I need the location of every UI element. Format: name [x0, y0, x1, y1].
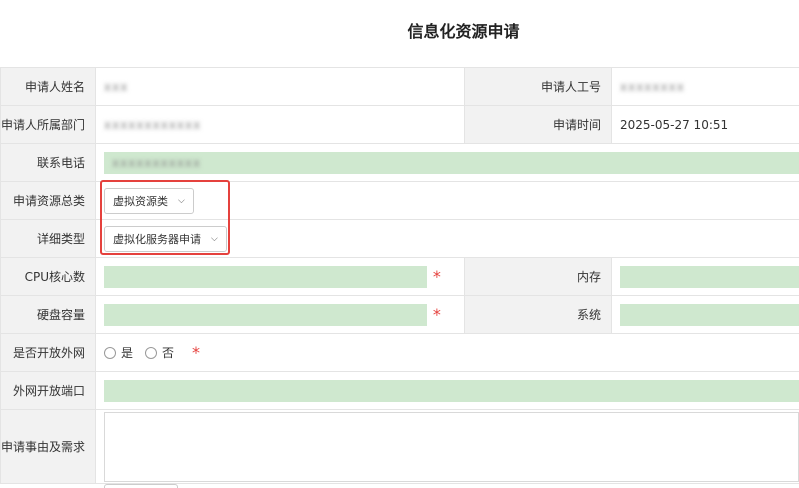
- department-label: 申请人所属部门: [0, 105, 96, 144]
- system-input[interactable]: [620, 303, 799, 326]
- radio-no[interactable]: [145, 346, 158, 359]
- resource-category-selected: 虚拟资源类: [113, 194, 168, 208]
- resource-category-label: 申请资源总类: [0, 181, 96, 220]
- applicant-name-cell: xxx: [95, 67, 465, 106]
- reason-cell: [95, 409, 799, 484]
- external-network-label: 是否开放外网: [0, 333, 96, 372]
- chevron-down-icon: ⌵: [178, 195, 185, 206]
- reason-textarea[interactable]: [104, 411, 799, 482]
- external-network-required-mark: *: [192, 342, 201, 362]
- row-department: 申请人所属部门 xxxxxxxxxxxx 申请时间 2025-05-27 10:…: [0, 105, 799, 144]
- apply-time-cell: 2025-05-27 10:51: [611, 105, 799, 144]
- cpu-cores-required-mark: *: [432, 266, 441, 286]
- disk-capacity-cell: *: [95, 295, 465, 334]
- row-external-network: 是否开放外网 是 否 *: [0, 333, 799, 372]
- next-field-partial[interactable]: [104, 484, 178, 488]
- row-disk-system: 硬盘容量 * 系统: [0, 295, 799, 334]
- resource-category-cell: 虚拟资源类 ⌵: [95, 181, 799, 220]
- row-external-port: 外网开放端口: [0, 371, 799, 410]
- detail-type-cell: 虚拟化服务器申请 ⌵: [95, 219, 799, 258]
- reason-label: 申请事由及需求: [0, 409, 96, 484]
- detail-type-selected: 虚拟化服务器申请: [113, 232, 201, 246]
- row-detail-type: 详细类型 虚拟化服务器申请 ⌵: [0, 219, 799, 258]
- department-value: xxxxxxxxxxxx: [104, 117, 202, 132]
- radio-yes-label[interactable]: 是: [121, 344, 133, 361]
- applicant-name-value: xxx: [104, 79, 129, 94]
- employee-id-label: 申请人工号: [464, 67, 612, 106]
- row-cpu-memory: CPU核心数 * 内存: [0, 257, 799, 296]
- row-phone: 联系电话 xxxxxxxxxxx: [0, 143, 799, 182]
- applicant-name-label: 申请人姓名: [0, 67, 96, 106]
- system-label: 系统: [464, 295, 612, 334]
- employee-id-cell: xxxxxxxx: [611, 67, 799, 106]
- external-network-radio-group: 是 否 *: [104, 342, 200, 364]
- disk-capacity-required-mark: *: [432, 304, 441, 324]
- detail-type-label: 详细类型: [0, 219, 96, 258]
- phone-input[interactable]: xxxxxxxxxxx: [104, 151, 799, 174]
- external-port-label: 外网开放端口: [0, 371, 96, 410]
- disk-capacity-label: 硬盘容量: [0, 295, 96, 334]
- cpu-cores-label: CPU核心数: [0, 257, 96, 296]
- apply-time-label: 申请时间: [464, 105, 612, 144]
- row-applicant: 申请人姓名 xxx 申请人工号 xxxxxxxx: [0, 67, 799, 106]
- apply-time-value: 2025-05-27 10:51: [620, 117, 729, 132]
- department-cell: xxxxxxxxxxxx: [95, 105, 465, 144]
- external-port-input[interactable]: [104, 379, 799, 402]
- row-resource-category: 申请资源总类 虚拟资源类 ⌵: [0, 181, 799, 220]
- cpu-cores-input[interactable]: [104, 265, 427, 288]
- page-title: 信息化资源申请: [407, 22, 520, 41]
- memory-input[interactable]: [620, 265, 799, 288]
- phone-cell: xxxxxxxxxxx: [95, 143, 799, 182]
- memory-label: 内存: [464, 257, 612, 296]
- resource-category-select[interactable]: 虚拟资源类 ⌵: [104, 187, 194, 214]
- chevron-down-icon: ⌵: [211, 233, 218, 244]
- employee-id-value: xxxxxxxx: [620, 79, 685, 94]
- memory-cell: [611, 257, 799, 296]
- resource-application-form: 申请人姓名 xxx 申请人工号 xxxxxxxx 申请人所属部门 xxxxxxx…: [0, 67, 799, 484]
- radio-yes[interactable]: [104, 346, 116, 359]
- row-reason: 申请事由及需求: [0, 409, 799, 484]
- external-port-cell: [95, 371, 799, 410]
- external-network-cell: 是 否 *: [95, 333, 799, 372]
- cpu-cores-cell: *: [95, 257, 465, 296]
- detail-type-select[interactable]: 虚拟化服务器申请 ⌵: [104, 225, 227, 252]
- radio-no-label[interactable]: 否: [162, 344, 174, 361]
- system-cell: [611, 295, 799, 334]
- disk-capacity-input[interactable]: [104, 303, 427, 326]
- phone-value: xxxxxxxxxxx: [112, 155, 202, 170]
- phone-label: 联系电话: [0, 143, 96, 182]
